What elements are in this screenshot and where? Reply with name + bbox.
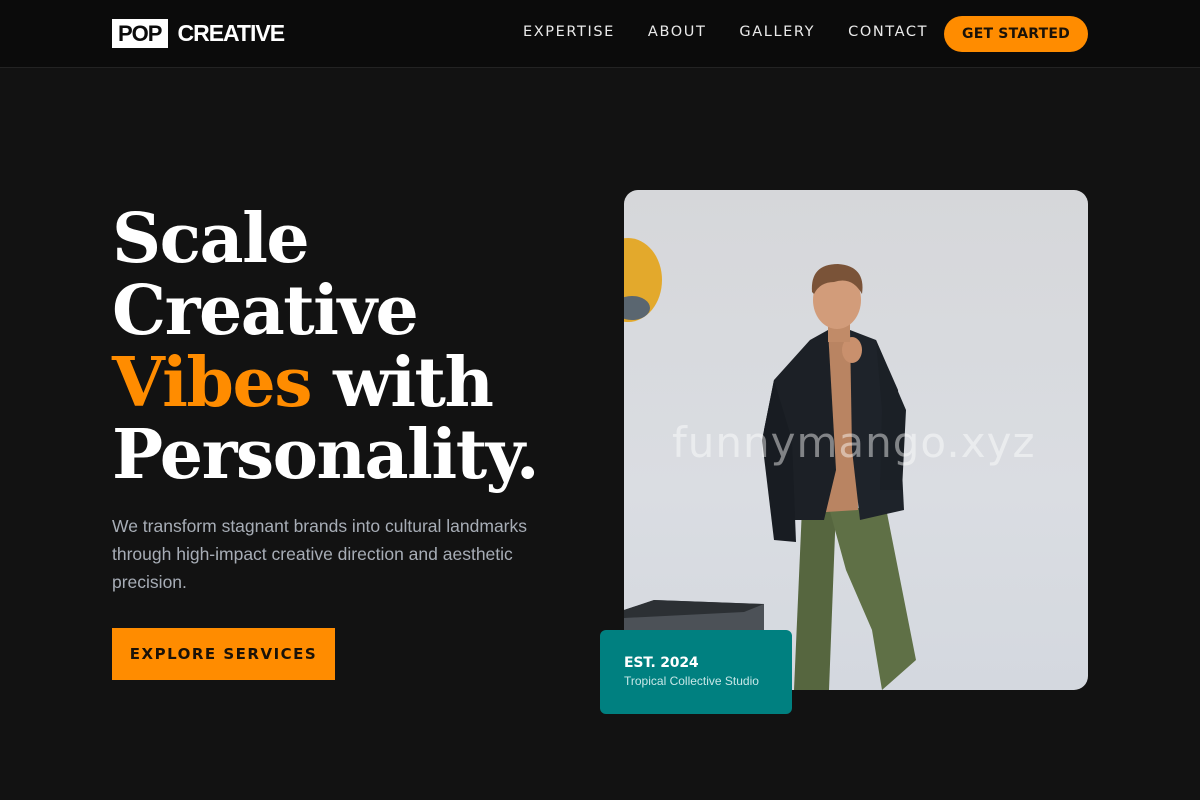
logo-text: CREATIVE <box>177 20 285 46</box>
brand-logo[interactable]: POP CREATIVE <box>112 19 285 48</box>
hero-subtitle: We transform stagnant brands into cultur… <box>112 516 528 592</box>
get-started-button[interactable]: GET STARTED <box>944 16 1088 52</box>
headline-line-2: Creative <box>112 271 419 351</box>
explore-services-button[interactable]: EXPLORE SERVICES <box>112 628 335 680</box>
established-badge: EST. 2024 Tropical Collective Studio <box>600 630 792 714</box>
nav-link-about[interactable]: ABOUT <box>648 24 707 40</box>
image-watermark: funnymango.xyz <box>672 418 1036 467</box>
logo-box: POP <box>112 19 169 48</box>
top-navbar: POP CREATIVE EXPERTISE ABOUT GALLERY CON… <box>0 0 1200 68</box>
nav-link-expertise[interactable]: EXPERTISE <box>523 24 615 40</box>
badge-title: EST. 2024 <box>624 655 699 671</box>
nav-link-contact[interactable]: CONTACT <box>848 24 928 40</box>
nav-link-gallery[interactable]: GALLERY <box>739 24 815 40</box>
headline-line-1: Scale <box>112 199 310 279</box>
badge-subtitle: Tropical Collective Studio <box>624 674 759 688</box>
nav-links: EXPERTISE ABOUT GALLERY CONTACT <box>523 24 961 40</box>
headline-line-3-rest: with <box>311 343 494 423</box>
hero-photo: funnymango.xyz <box>624 190 1088 690</box>
headline-line-4: Personality. <box>112 415 540 495</box>
hero-headline: Scale Creative Vibes with Personality. <box>112 203 582 491</box>
headline-accent-word: Vibes <box>112 343 313 423</box>
